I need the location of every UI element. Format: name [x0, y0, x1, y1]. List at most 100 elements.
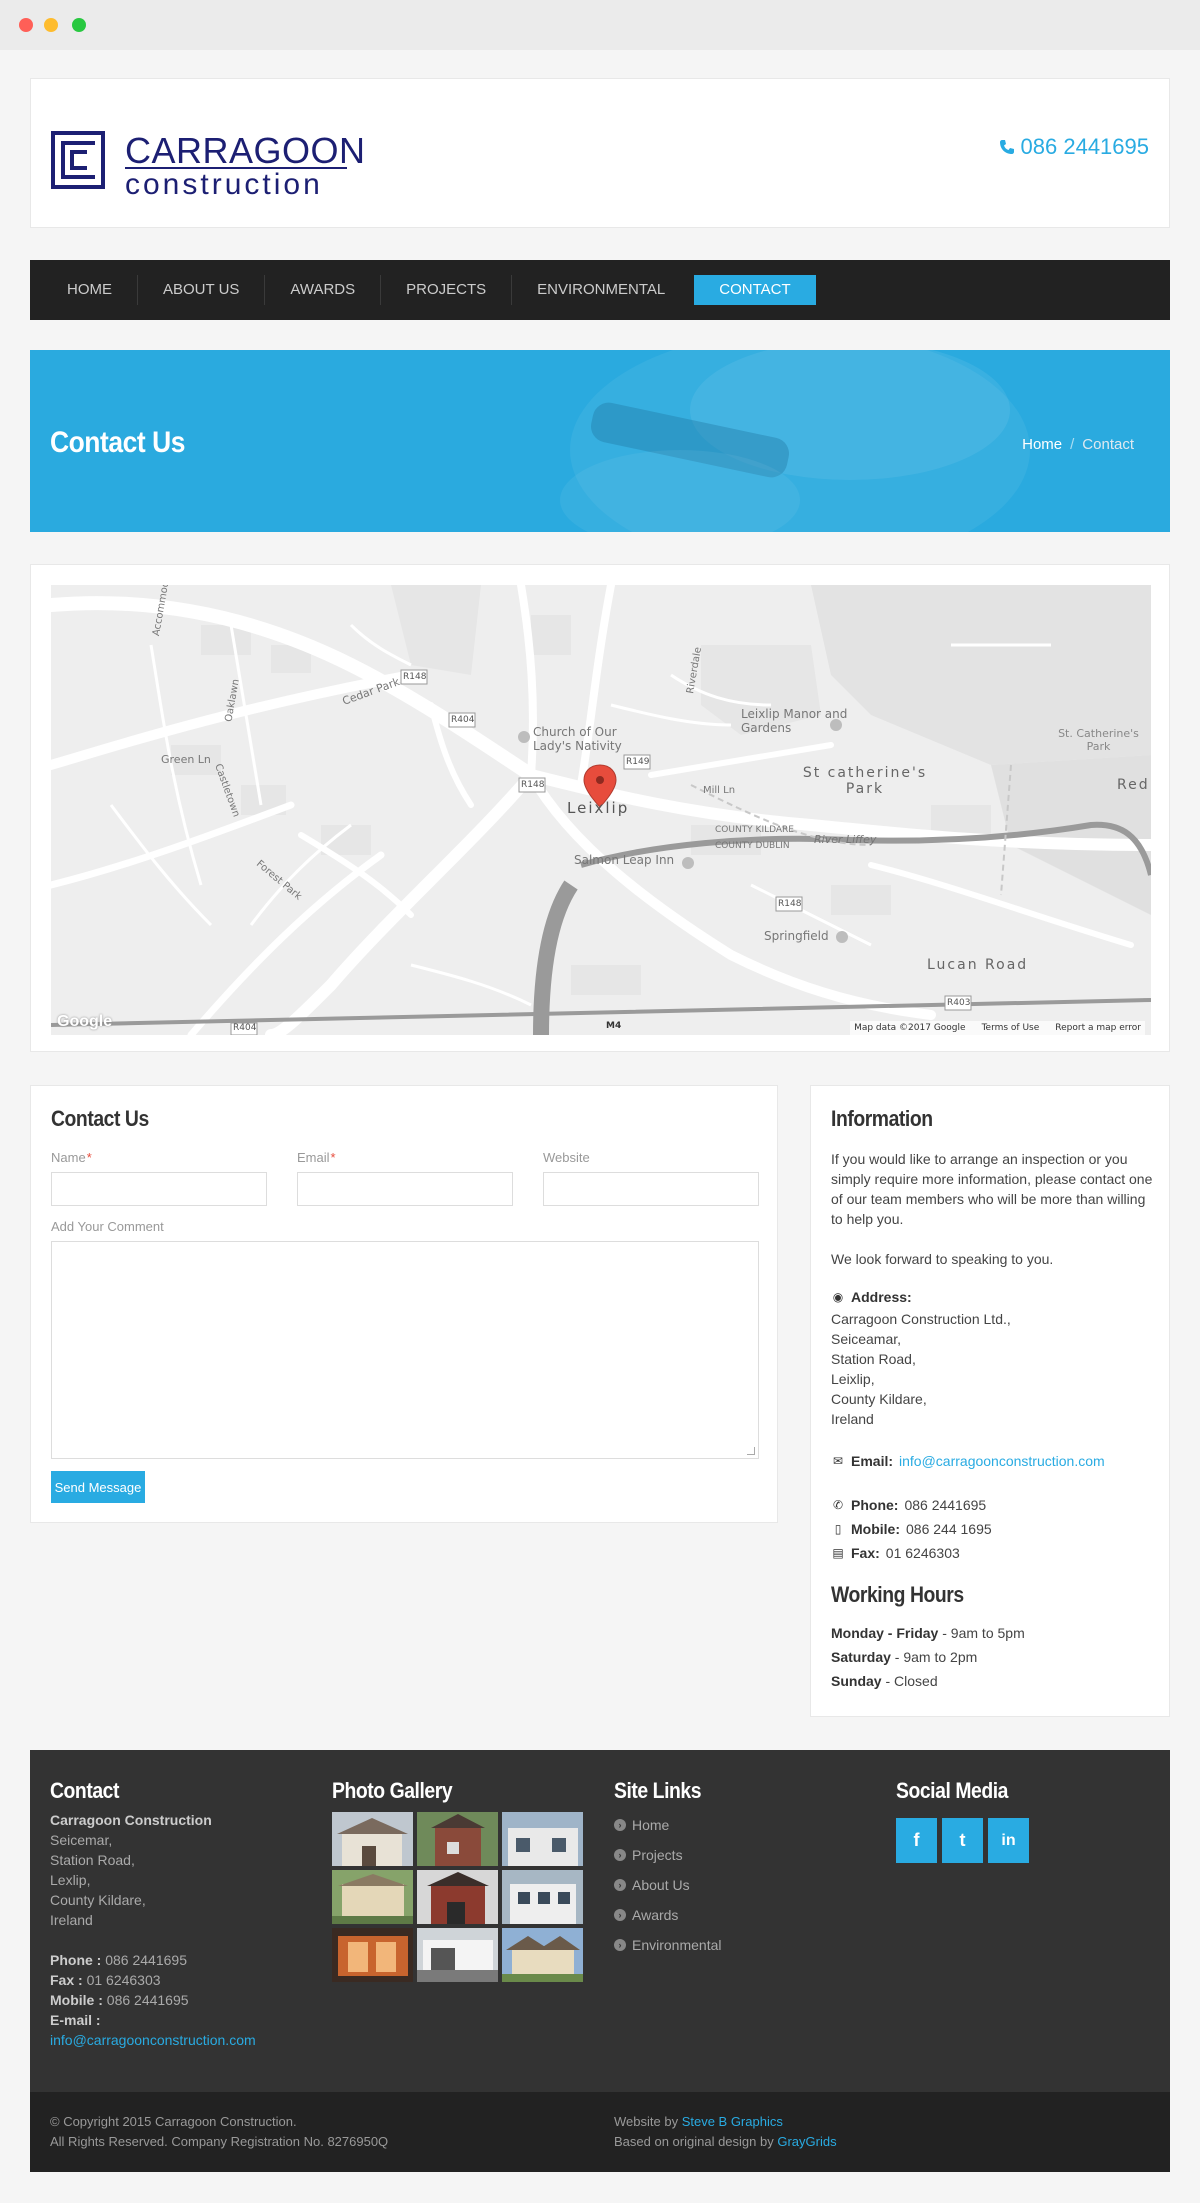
footer-address-line: Ireland — [50, 1912, 93, 1928]
footer-link-projects[interactable]: › Projects — [614, 1840, 722, 1870]
gallery-thumbnail[interactable] — [332, 1812, 413, 1866]
site-footer: Contact Carragoon Construction Seicemar,… — [30, 1750, 1170, 2092]
footer-gallery-title: Photo Gallery — [332, 1778, 453, 1803]
map-label-leixlip: Leixlip — [567, 799, 630, 817]
website-by-text: Website by — [614, 2114, 682, 2129]
nav-item-home[interactable]: HOME — [42, 275, 138, 305]
nav-item-awards[interactable]: AWARDS — [265, 275, 382, 305]
email-label-text: Email — [297, 1150, 330, 1165]
hours-row: Sunday - Closed — [831, 1673, 938, 1689]
information-title: Information — [831, 1106, 933, 1131]
footer-company-name: Carragoon Construction — [50, 1812, 212, 1828]
info-mobile-value: 086 244 1695 — [906, 1521, 992, 1537]
map-label-m4: M4 — [606, 1021, 622, 1031]
footer-contact-block: Carragoon Construction Seicemar, Station… — [50, 1810, 256, 2050]
contact-form-card: Contact Us Name* Email* Website Add Your… — [30, 1085, 778, 1523]
gallery-thumbnail[interactable] — [332, 1928, 413, 1982]
footer-link-label: About Us — [632, 1877, 690, 1893]
twitter-icon[interactable]: t — [942, 1818, 983, 1863]
address-block: Carragoon Construction Ltd., Seiceamar, … — [831, 1309, 1153, 1429]
minimize-window-button[interactable] — [44, 18, 58, 32]
copyright-bar: © Copyright 2015 Carragoon Construction.… — [30, 2092, 1170, 2172]
gallery-thumbnail[interactable] — [417, 1928, 498, 1982]
footer-mobile-value: 086 2441695 — [102, 1992, 189, 2008]
logo-wordmark-top: CARRAGOON — [125, 130, 366, 171]
map-label-r404-b: R404 — [233, 1023, 257, 1033]
footer-address-line: County Kildare, — [50, 1892, 146, 1908]
gallery-thumbnail[interactable] — [502, 1812, 583, 1866]
nav-item-contact[interactable]: CONTACT — [694, 275, 816, 305]
address-label: Address: — [851, 1289, 912, 1305]
footer-link-label: Projects — [632, 1847, 683, 1863]
footer-link-awards[interactable]: › Awards — [614, 1900, 722, 1930]
address-line: Carragoon Construction Ltd., — [831, 1311, 1011, 1327]
facebook-icon[interactable]: f — [896, 1818, 937, 1863]
info-fax-label: Fax: — [851, 1545, 880, 1561]
google-logo[interactable]: Google — [57, 1013, 112, 1031]
map-attribution: Map data ©2017 Google Terms of Use Repor… — [850, 1021, 1145, 1035]
footer-links-title: Site Links — [614, 1778, 702, 1803]
footer-link-about-us[interactable]: › About Us — [614, 1870, 722, 1900]
gallery-thumbnail[interactable] — [417, 1870, 498, 1924]
nav-item-environmental[interactable]: ENVIRONMENTAL — [512, 275, 690, 305]
gallery-thumbnail[interactable] — [332, 1870, 413, 1924]
designer-link[interactable]: Steve B Graphics — [682, 2114, 783, 2129]
breadcrumb-home-link[interactable]: Home — [1022, 436, 1062, 453]
map-label-r148-c: R148 — [778, 899, 802, 909]
info-fax-value: 01 6246303 — [885, 1545, 960, 1561]
copyright-text: © Copyright 2015 Carragoon Construction. — [50, 2114, 297, 2129]
footer-address-line: Lexlip, — [50, 1872, 91, 1888]
graygrids-link[interactable]: GrayGrids — [777, 2134, 836, 2149]
chevron-right-icon: › — [614, 1909, 626, 1921]
info-email-label: Email: — [851, 1453, 894, 1469]
name-label-text: Name — [51, 1150, 86, 1165]
main-navigation: HOME ABOUT US AWARDS PROJECTS ENVIRONMEN… — [30, 260, 1170, 320]
name-required-mark: * — [86, 1150, 92, 1165]
globe-icon: ◉ — [832, 1290, 844, 1304]
comment-label: Add Your Comment — [51, 1219, 164, 1234]
footer-fax-label: Fax : — [50, 1972, 83, 1988]
linkedin-icon[interactable]: in — [988, 1818, 1029, 1863]
hours-day: Saturday — [831, 1649, 891, 1665]
footer-link-home[interactable]: › Home — [614, 1810, 722, 1840]
header-phone[interactable]: 086 2441695 — [999, 134, 1149, 160]
footer-email-link[interactable]: info@carragoonconstruction.com — [50, 2030, 256, 2050]
send-message-button[interactable]: Send Message — [51, 1471, 145, 1503]
gallery-thumbnail[interactable] — [502, 1870, 583, 1924]
gallery-thumbnail[interactable] — [417, 1812, 498, 1866]
chevron-right-icon: › — [614, 1879, 626, 1891]
maximize-window-button[interactable] — [72, 18, 86, 32]
map-terms-link[interactable]: Terms of Use — [982, 1023, 1040, 1033]
information-intro: If you would like to arrange an inspecti… — [831, 1151, 1153, 1227]
hours-time: - Closed — [881, 1673, 938, 1689]
resize-grip-icon[interactable] — [747, 1447, 755, 1455]
google-map[interactable]: R148 R404 R148 R149 R148 R403 R404 M4 Ch… — [51, 585, 1151, 1035]
based-on-text: Based on original design by — [614, 2134, 778, 2149]
info-email-link[interactable]: info@carragoonconstruction.com — [899, 1453, 1105, 1469]
information-look-forward: We look forward to speaking to you. — [831, 1251, 1054, 1267]
address-line: Seiceamar, — [831, 1331, 902, 1347]
map-label-red: Red — [1117, 777, 1150, 793]
site-logo[interactable]: CARRAGOON construction — [51, 131, 365, 201]
close-window-button[interactable] — [19, 18, 33, 32]
comment-textarea[interactable] — [51, 1241, 759, 1459]
footer-link-environmental[interactable]: › Environmental — [614, 1930, 722, 1960]
site-header: CARRAGOON construction 086 2441695 — [30, 78, 1170, 228]
name-input[interactable] — [51, 1172, 267, 1206]
website-input[interactable] — [543, 1172, 759, 1206]
gallery-thumbnail[interactable] — [502, 1928, 583, 1982]
map-card: R148 R404 R148 R149 R148 R403 R404 M4 Ch… — [30, 564, 1170, 1052]
breadcrumb-current: Contact — [1082, 436, 1134, 453]
hours-row: Monday - Friday - 9am to 5pm — [831, 1625, 1025, 1641]
nav-item-projects[interactable]: PROJECTS — [381, 275, 513, 305]
nav-item-about-us[interactable]: ABOUT US — [138, 275, 266, 305]
address-heading: ◉ Address: — [831, 1289, 912, 1305]
map-report-link[interactable]: Report a map error — [1055, 1023, 1141, 1033]
fax-icon: ▤ — [832, 1546, 844, 1560]
email-input[interactable] — [297, 1172, 513, 1206]
mobile-icon: ▯ — [834, 1522, 842, 1536]
map-label-mill-ln: Mill Ln — [703, 785, 736, 796]
map-label-church: Church of Our Lady's Nativity — [533, 725, 622, 753]
logo-mark-icon — [51, 131, 105, 189]
map-label-r403: R403 — [947, 998, 971, 1008]
